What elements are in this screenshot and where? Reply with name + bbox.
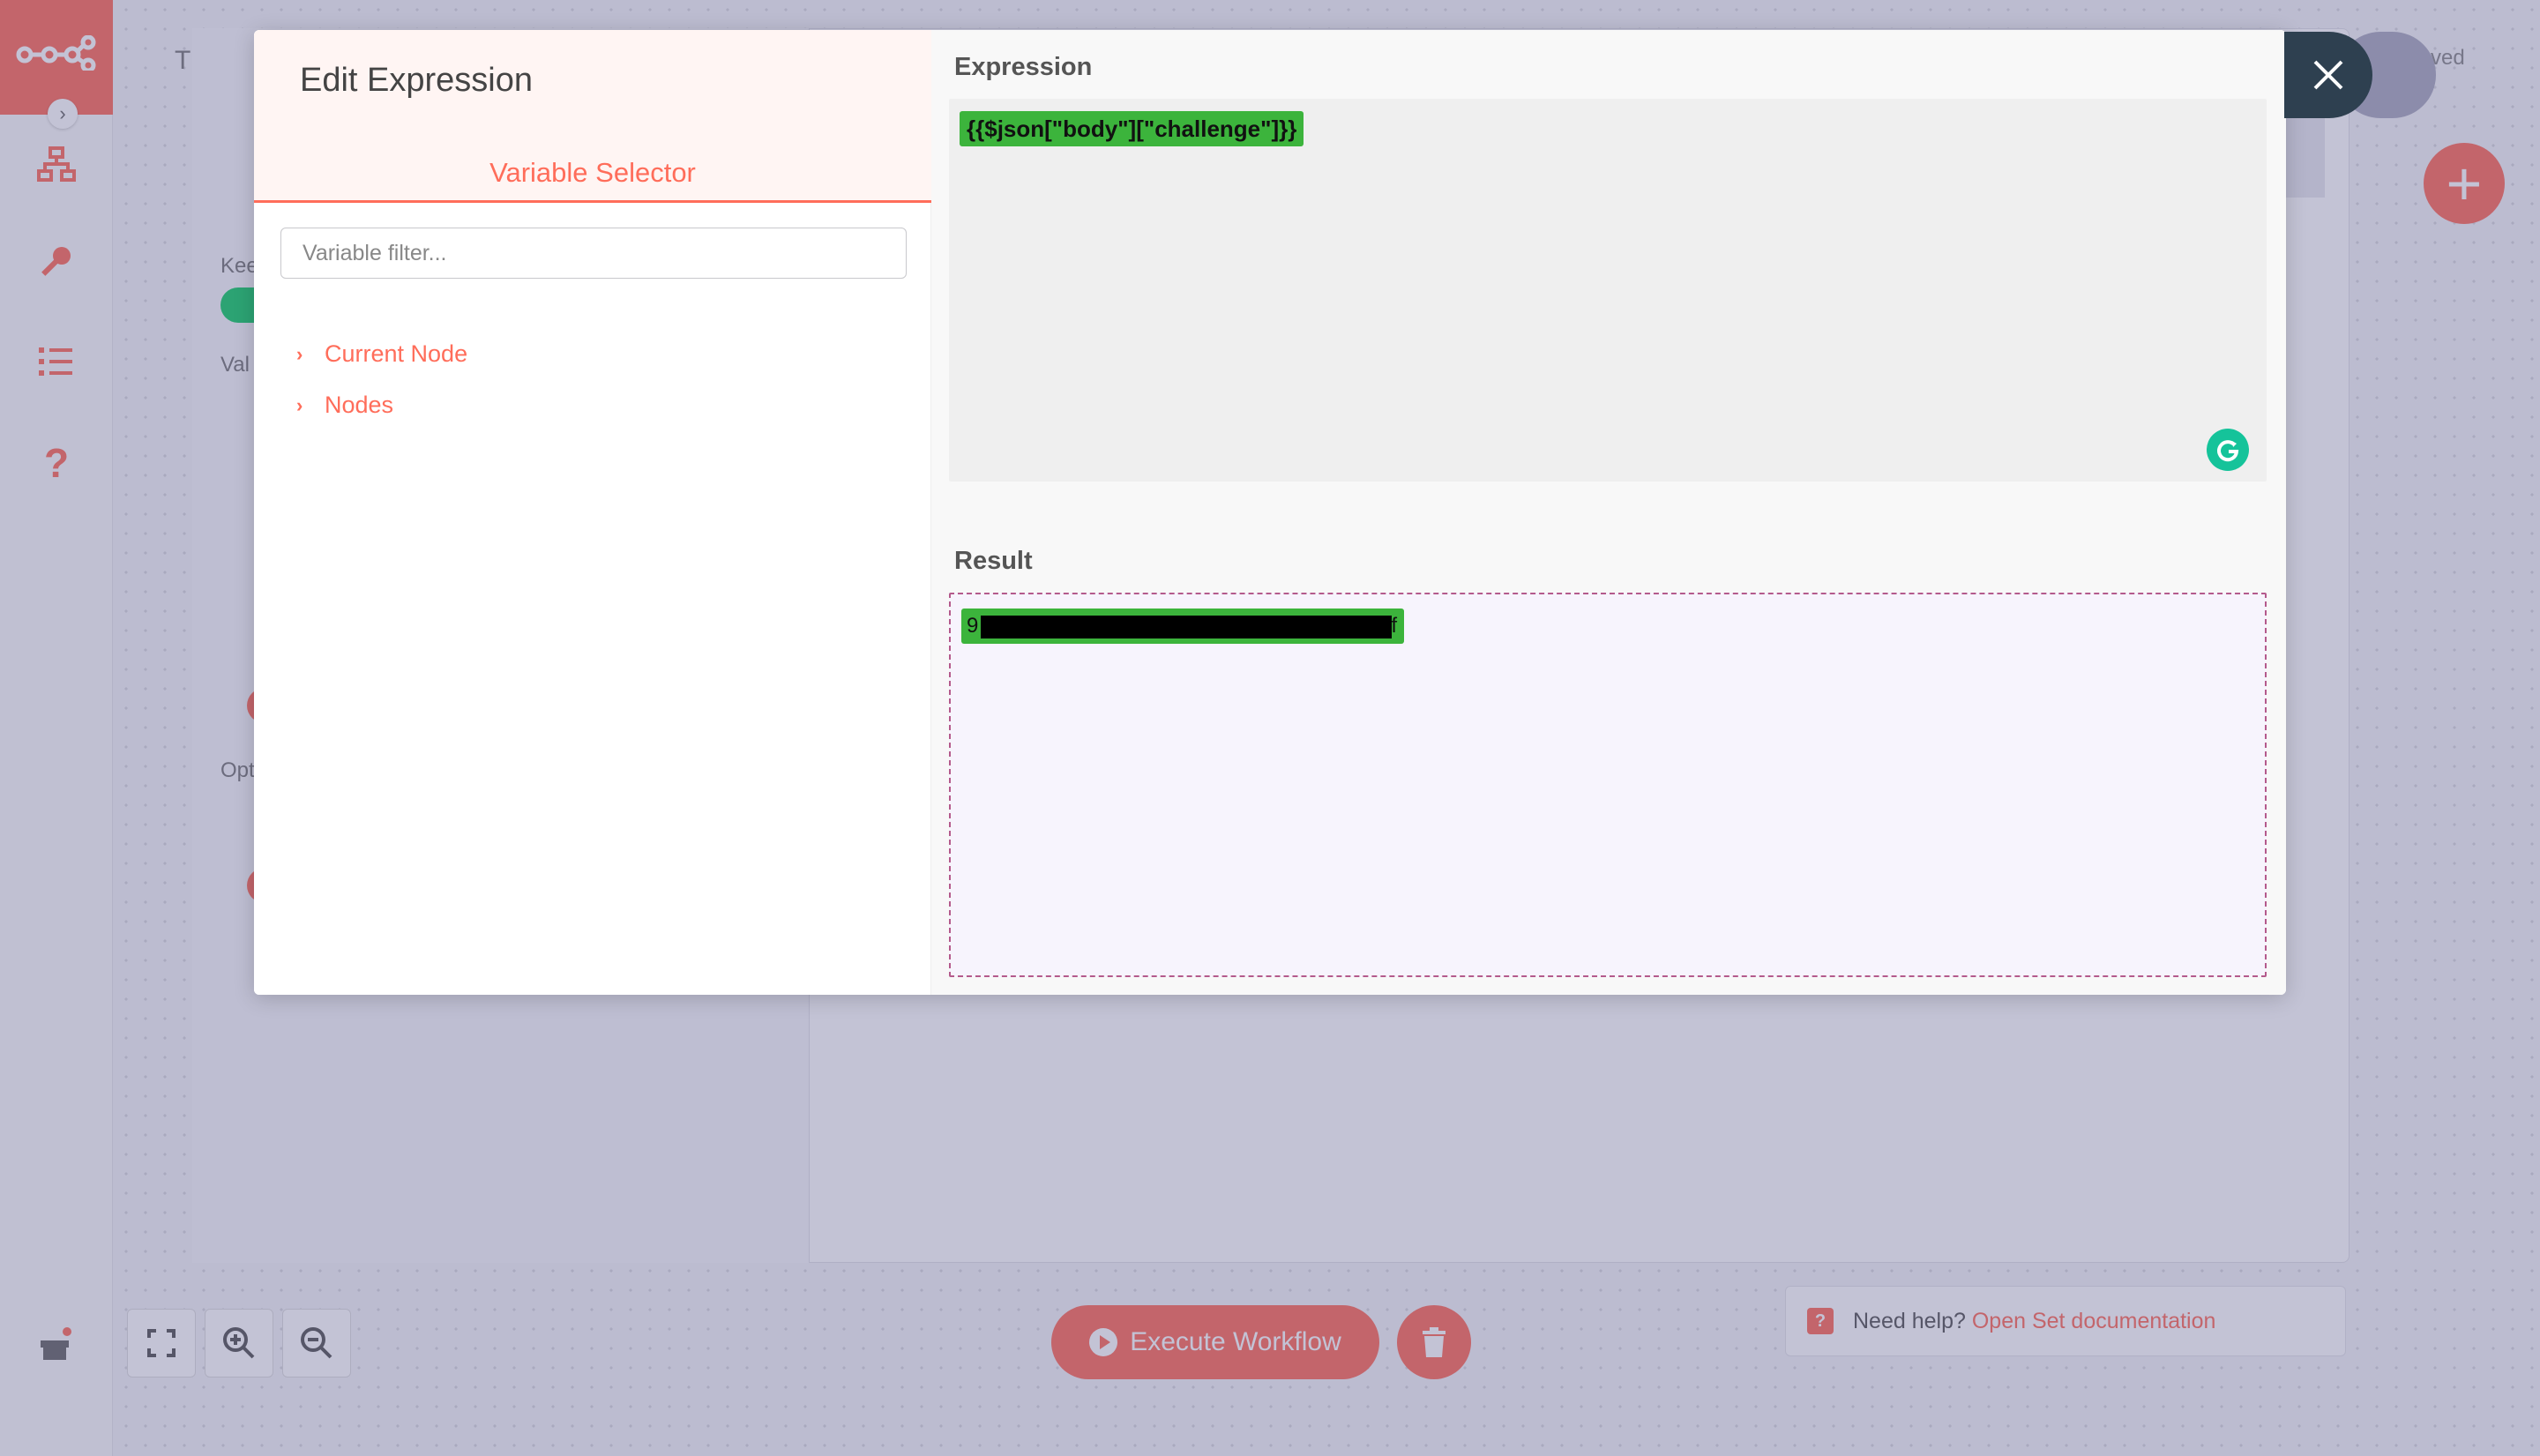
expression-editor[interactable]: {{$json["body"]["challenge"]}} <box>949 99 2267 482</box>
edit-expression-dialog: Edit Expression Variable Selector › Curr… <box>254 30 2286 995</box>
expression-value: {{$json["body"]["challenge"]}} <box>960 111 1304 146</box>
tree-item-nodes[interactable]: › Nodes <box>296 392 393 419</box>
result-value: 9 f <box>961 609 1404 644</box>
result-label: Result <box>954 547 1033 575</box>
dialog-title: Edit Expression <box>300 62 534 99</box>
close-dialog-button[interactable] <box>2284 32 2372 118</box>
result-value-start: 9 <box>967 614 979 638</box>
result-value-end: f <box>1391 614 1397 638</box>
chevron-right-icon: › <box>296 393 303 416</box>
variable-filter-input[interactable] <box>280 228 907 279</box>
redacted-region <box>981 616 1392 638</box>
expression-label: Expression <box>954 53 1093 81</box>
tree-item-label: Nodes <box>325 392 394 418</box>
tree-item-label: Current Node <box>325 340 468 367</box>
chevron-right-icon: › <box>296 342 303 365</box>
expression-pane: Expression {{$json["body"]["challenge"]}… <box>931 30 2286 995</box>
result-output: 9 f <box>949 593 2267 977</box>
tab-variable-selector[interactable]: Variable Selector <box>254 145 931 203</box>
grammarly-icon[interactable] <box>2207 429 2249 471</box>
dialog-header: Edit Expression Variable Selector <box>254 30 931 203</box>
tree-item-current-node[interactable]: › Current Node <box>296 340 467 368</box>
close-icon <box>2313 60 2343 90</box>
variable-selector-pane: Edit Expression Variable Selector › Curr… <box>254 30 931 995</box>
